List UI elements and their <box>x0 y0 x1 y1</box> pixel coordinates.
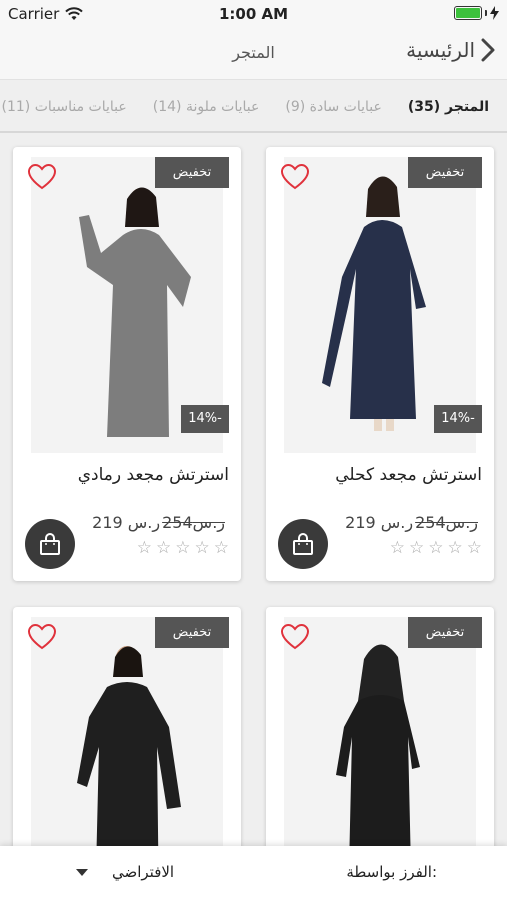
sale-badge: تخفيض <box>155 157 229 188</box>
add-to-cart-button[interactable] <box>278 519 328 569</box>
star-icon: ☆ <box>447 538 463 558</box>
star-icon: ☆ <box>409 538 425 558</box>
sort-dropdown[interactable]: الافتراضي <box>112 863 174 881</box>
product-card[interactable]: تخفيض <box>13 607 241 867</box>
rating-stars: ☆ ☆ ☆ ☆ ☆ <box>390 538 482 558</box>
price-row: 219 ر.س 254ر.س <box>92 513 225 532</box>
sort-label: الفرز بواسطة: <box>346 863 437 881</box>
heart-icon[interactable] <box>280 163 310 191</box>
shopping-bag-icon <box>293 533 313 555</box>
battery-indicator <box>454 6 499 20</box>
price-row: 219 ر.س 254ر.س <box>345 513 478 532</box>
caret-down-icon[interactable] <box>76 869 88 876</box>
navigation-bar: المتجر الرئيسية <box>0 28 507 80</box>
add-to-cart-button[interactable] <box>25 519 75 569</box>
current-price: 219 ر.س <box>92 513 161 532</box>
sale-badge: تخفيض <box>155 617 229 648</box>
product-name[interactable]: استرتش مجعد كحلي <box>335 465 482 485</box>
product-image <box>284 617 476 867</box>
star-icon: ☆ <box>194 538 210 558</box>
back-button[interactable]: الرئيسية <box>406 38 495 62</box>
discount-badge: 14%- <box>434 405 482 433</box>
star-icon: ☆ <box>213 538 229 558</box>
rating-stars: ☆ ☆ ☆ ☆ ☆ <box>137 538 229 558</box>
tab-colored-abayas[interactable]: عبايات ملونة (14) <box>153 99 260 115</box>
battery-icon <box>454 6 482 20</box>
sale-badge: تخفيض <box>408 617 482 648</box>
star-icon: ☆ <box>389 538 405 558</box>
product-card[interactable]: تخفيض 14%- استرتش مجعد كحلي 219 ر.س 254ر… <box>266 147 494 581</box>
star-icon: ☆ <box>156 538 172 558</box>
back-label: الرئيسية <box>406 38 475 62</box>
sale-badge: تخفيض <box>408 157 482 188</box>
old-price: 254ر.س <box>415 513 478 532</box>
tab-occasion-abayas[interactable]: عبايات مناسبات (11) <box>2 99 127 115</box>
sort-bar: الفرز بواسطة: الافتراضي <box>0 846 507 900</box>
star-icon: ☆ <box>175 538 191 558</box>
category-tabs: المتجر (35) عبايات سادة (9) عبايات ملونة… <box>0 80 507 133</box>
tab-store[interactable]: المتجر (35) <box>408 99 489 115</box>
discount-badge: 14%- <box>181 405 229 433</box>
heart-icon[interactable] <box>27 163 57 191</box>
shopping-bag-icon <box>40 533 60 555</box>
heart-icon[interactable] <box>27 623 57 651</box>
abaya-figure-image <box>284 617 476 867</box>
star-icon: ☆ <box>136 538 152 558</box>
abaya-figure-image <box>31 617 223 867</box>
status-bar: Carrier 1:00 AM <box>0 0 507 28</box>
heart-icon[interactable] <box>280 623 310 651</box>
star-icon: ☆ <box>466 538 482 558</box>
product-name[interactable]: استرتش مجعد رمادي <box>78 465 229 485</box>
star-icon: ☆ <box>428 538 444 558</box>
current-price: 219 ر.س <box>345 513 414 532</box>
product-card[interactable]: تخفيض <box>266 607 494 867</box>
product-image <box>31 617 223 867</box>
chevron-right-icon <box>481 38 495 62</box>
old-price: 254ر.س <box>162 513 225 532</box>
product-card[interactable]: تخفيض 14%- استرتش مجعد رمادي 219 ر.س 254… <box>13 147 241 581</box>
charging-bolt-icon <box>490 6 499 20</box>
tab-plain-abayas[interactable]: عبايات سادة (9) <box>285 99 382 115</box>
clock: 1:00 AM <box>218 5 289 23</box>
